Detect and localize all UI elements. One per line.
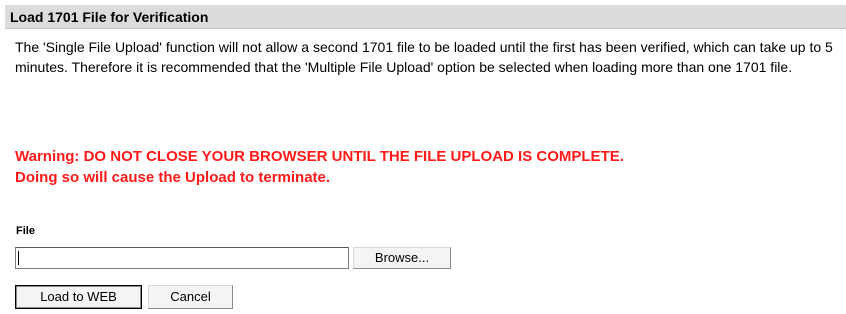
- text-caret: [18, 251, 19, 265]
- panel-title: Load 1701 File for Verification: [5, 5, 846, 29]
- warning-line-1: Warning: DO NOT CLOSE YOUR BROWSER UNTIL…: [15, 148, 624, 165]
- load-to-web-button[interactable]: Load to WEB: [15, 285, 142, 309]
- warning-message: Warning: DO NOT CLOSE YOUR BROWSER UNTIL…: [15, 146, 841, 188]
- intro-text: The 'Single File Upload' function will n…: [15, 39, 833, 75]
- browse-button[interactable]: Browse...: [353, 247, 451, 269]
- cancel-button[interactable]: Cancel: [148, 285, 233, 309]
- file-label: File: [16, 225, 35, 237]
- warning-line-2: Doing so will cause the Upload to termin…: [15, 169, 331, 186]
- load-file-panel: Load 1701 File for Verification The 'Sin…: [0, 0, 846, 314]
- file-path-input[interactable]: [15, 247, 349, 269]
